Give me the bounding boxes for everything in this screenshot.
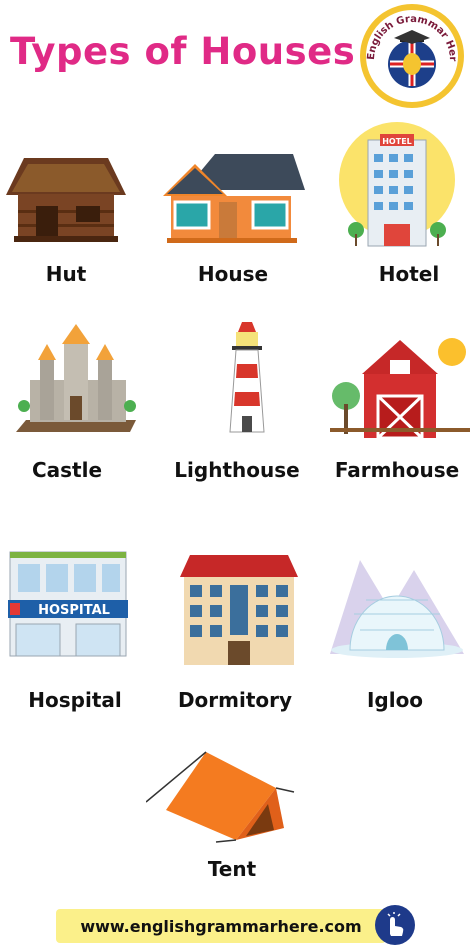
lighthouse-icon <box>229 322 265 433</box>
item-label-house: House <box>197 262 269 286</box>
item-label-hospital: Hospital <box>28 688 122 712</box>
pointing-hand-icon <box>375 905 415 945</box>
item-label-farmhouse: Farmhouse <box>334 458 460 482</box>
hospital-icon: HOSPITAL <box>8 551 128 657</box>
item-label-dormitory: Dormitory <box>177 688 293 712</box>
igloo-icon <box>330 560 464 658</box>
site-logo: English Grammar Here.Com <box>354 2 464 108</box>
hotel-sign: HOTEL <box>382 137 412 146</box>
item-label-castle: Castle <box>31 458 103 482</box>
footer-url-banner[interactable]: www.englishgrammarhere.com <box>56 909 386 943</box>
house-icon <box>163 154 305 243</box>
footer-url[interactable]: www.englishgrammarhere.com <box>80 917 361 936</box>
tent-icon <box>146 751 295 843</box>
item-label-hut: Hut <box>45 262 87 286</box>
item-label-tent: Tent <box>207 857 257 881</box>
hospital-sign: HOSPITAL <box>38 603 110 618</box>
item-label-hotel: Hotel <box>378 262 440 286</box>
item-label-igloo: Igloo <box>366 688 424 712</box>
hut-icon <box>6 158 126 242</box>
hotel-icon: HOTEL <box>339 122 455 247</box>
dormitory-icon <box>180 555 298 665</box>
farmhouse-icon <box>330 338 470 440</box>
castle-icon <box>16 324 136 432</box>
item-label-lighthouse: Lighthouse <box>174 458 300 482</box>
page-title: Types of Houses <box>10 30 356 73</box>
